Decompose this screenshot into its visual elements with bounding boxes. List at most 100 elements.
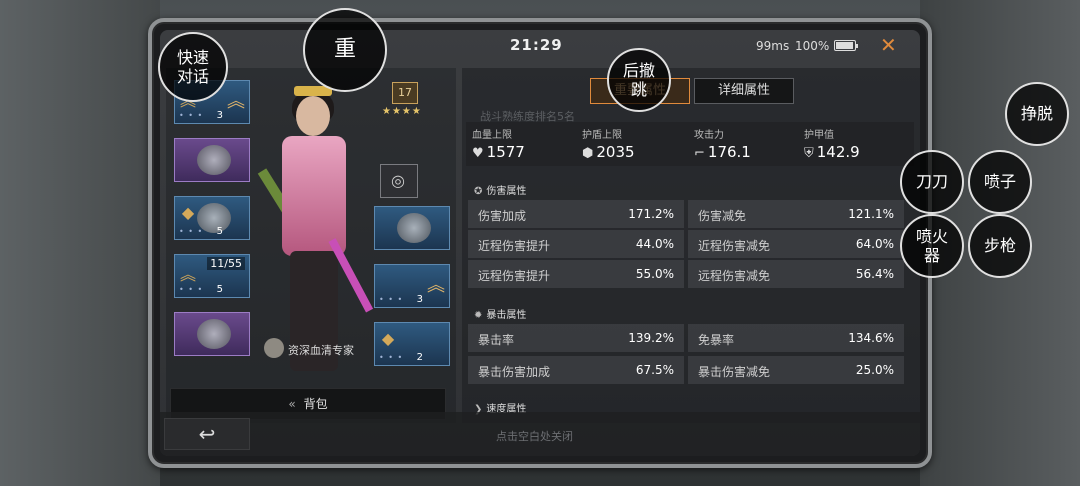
equipment-slot-6[interactable] (374, 206, 450, 250)
attr-label: 暴击伤害减免 (698, 365, 771, 379)
attr-value: 171.2% (628, 207, 674, 221)
background-left (0, 0, 160, 486)
character-panel: ︽ ︽ • • • 3 ◆ • • • 5 11/55 ︽ • • • 5 (166, 68, 456, 423)
attr-value: 44.0% (635, 237, 674, 251)
overlay-label: 快速对话 (176, 47, 209, 86)
blade-button[interactable]: 刀刀 (900, 150, 964, 214)
return-arrow-icon: ↩ (198, 422, 216, 446)
attr-value: 139.2% (628, 331, 674, 345)
attr-label: 远程伤害提升 (478, 269, 551, 283)
equipment-slot-3[interactable]: ◆ • • • 5 (174, 196, 250, 240)
star-dots: • • • (379, 353, 404, 362)
equipment-slot-7[interactable]: ︽ • • • 3 (374, 264, 450, 308)
stat-label: 护盾上限 (582, 130, 622, 141)
slot-progress: 11/55 (207, 257, 245, 270)
attr-label: 暴击伤害加成 (478, 365, 551, 379)
overlay-label: 挣脱 (1020, 104, 1053, 124)
table-row: 伤害减免 121.1% (688, 200, 904, 228)
equipment-slot-ring[interactable]: ◎ (380, 164, 418, 198)
ring-item-icon (197, 145, 231, 175)
stat-armor: 护甲值 ⛨ 142.9 (804, 126, 914, 161)
table-row: 暴击伤害减免 25.0% (688, 356, 904, 384)
table-row: 伤害加成 171.2% (468, 200, 684, 228)
star-dots: • • • (179, 111, 204, 120)
stat-value: 1577 (486, 143, 525, 161)
rank-icon: ︽ (179, 265, 196, 284)
tab-detailed-attributes[interactable]: 详细属性 (694, 78, 794, 104)
character-body (282, 136, 346, 256)
drone-item-icon (197, 319, 231, 349)
shotgun-button[interactable]: 喷子 (968, 150, 1032, 214)
character-head (296, 96, 330, 136)
table-row: 远程伤害提升 55.0% (468, 260, 684, 288)
game-screen: 21:29 99ms 100% ✕ ︽ ︽ • • • 3 ◆ • • • 5 (160, 30, 920, 456)
star-rating-icon: ★★★★ (382, 106, 422, 117)
attr-value: 134.6% (848, 331, 894, 345)
rifle-button[interactable]: 步枪 (968, 214, 1032, 278)
equipment-slot-2[interactable] (174, 138, 250, 182)
section-title: 伤害属性 (486, 186, 527, 197)
back-button[interactable]: ↩ (164, 418, 250, 450)
close-hint: 点击空白处关闭 (496, 430, 573, 443)
attr-value: 56.4% (855, 267, 894, 281)
equipment-slot-5[interactable] (174, 312, 250, 356)
equipment-slot-4[interactable]: 11/55 ︽ • • • 5 (174, 254, 250, 298)
crit-icon: ✹ (474, 310, 483, 321)
stat-value: 142.9 (816, 143, 860, 161)
attributes-panel: 重要属性 详细属性 战斗熟练度排名5名 血量上限 ♥1577 护盾上限 ⬢203… (462, 68, 920, 423)
attr-label: 近程伤害减免 (698, 239, 771, 253)
stat-label: 血量上限 (472, 130, 512, 141)
rank-icon: ◆ (181, 203, 195, 222)
table-row: 暴击率 139.2% (468, 324, 684, 352)
attr-value: 121.1% (848, 207, 894, 221)
attr-label: 远程伤害减免 (698, 269, 771, 283)
flamethrower-button[interactable]: 喷火器 (900, 214, 964, 278)
battery-icon (834, 40, 858, 51)
attr-value: 67.5% (635, 363, 674, 377)
equipment-slot-8[interactable]: ◆ • • • 2 (374, 322, 450, 366)
slot-count: 5 (216, 226, 223, 237)
attr-label: 伤害加成 (478, 209, 527, 223)
status-bar: 21:29 99ms 100% ✕ (160, 30, 920, 58)
overlay-label: 喷火器 (915, 226, 948, 265)
rank-icon: ︽ (427, 275, 445, 296)
section-crit: ✹ 暴击属性 (474, 306, 526, 321)
player-title: 资深血清专家 (288, 344, 354, 357)
shield-icon: ⬢ (582, 146, 594, 161)
back-jump-button[interactable]: 后撤跳 (607, 48, 671, 112)
table-row: 远程伤害减免 56.4% (688, 260, 904, 288)
slot-count: 3 (216, 110, 223, 121)
star-dots: • • • (179, 285, 204, 294)
stat-hp: 血量上限 ♥ 1577 (472, 126, 582, 161)
stat-shield: 护盾上限 ⬢ 2035 (582, 126, 692, 161)
table-row: 免暴率 134.6% (688, 324, 904, 352)
belt-item-icon (397, 213, 431, 243)
overlay-label: 刀刀 (915, 172, 948, 192)
star-dots: • • • (379, 295, 404, 304)
close-icon[interactable]: ✕ (880, 33, 897, 57)
section-damage: ✪ 伤害属性 (474, 182, 526, 197)
clock: 21:29 (510, 36, 563, 54)
break-free-button[interactable]: 挣脱 (1005, 82, 1069, 146)
slot-count: 2 (416, 352, 423, 363)
attr-value: 25.0% (855, 363, 894, 377)
attr-value: 55.0% (635, 267, 674, 281)
battery-percent: 100% (795, 39, 830, 53)
attr-label: 伤害减免 (698, 209, 747, 223)
overlay-label: 步枪 (983, 236, 1016, 256)
ring-icon: ◎ (391, 171, 405, 190)
attr-label: 暴击率 (478, 333, 515, 347)
stat-label: 攻击力 (694, 130, 724, 141)
overlay-label: 喷子 (983, 172, 1016, 192)
heavy-button[interactable]: 重 (303, 8, 387, 92)
level-badge: 17 (392, 82, 418, 104)
gun-icon: ⌐ (694, 146, 705, 161)
star-dots: • • • (179, 227, 204, 236)
quick-chat-button[interactable]: 快速对话 (158, 32, 228, 102)
rank-icon: ◆ (381, 329, 395, 348)
table-row: 近程伤害提升 44.0% (468, 230, 684, 258)
damage-icon: ✪ (474, 186, 483, 197)
armor-icon: ⛨ (804, 146, 814, 161)
double-chevron-left-icon: « (288, 397, 296, 411)
heart-icon: ♥ (472, 146, 484, 161)
